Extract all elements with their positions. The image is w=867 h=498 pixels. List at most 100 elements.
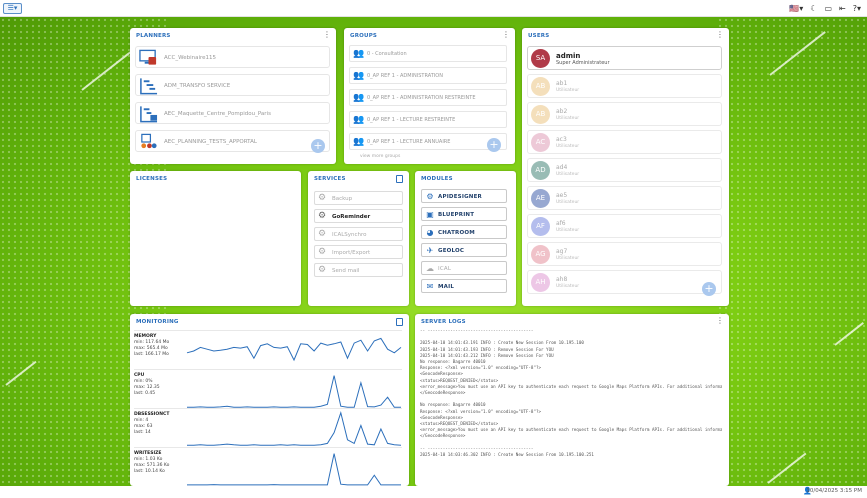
avatar: AG (531, 245, 550, 264)
planner-team-icon (141, 133, 157, 149)
group-item[interactable]: 👥 0_AP REF 1 - ADMINISTRATION RESTREINTE (349, 89, 507, 106)
avatar: AD (531, 161, 550, 180)
module-item[interactable]: ⚙ APIDESIGNER (421, 189, 507, 203)
user-item[interactable]: AH ah8 Utilisateur (527, 270, 722, 294)
module-item[interactable]: ☁ ICAL (421, 261, 507, 275)
blueprint-icon: ▣ (426, 210, 434, 219)
user-name: ad4 (556, 164, 568, 171)
user-item[interactable]: AC ac3 Utilisateur (527, 130, 722, 154)
planner-item[interactable]: ADM_TRANSFO SERVICE (135, 74, 330, 96)
mail-icon: ✉ (426, 282, 434, 291)
server-logs-menu-icon[interactable]: ⋮ (716, 317, 724, 325)
service-item[interactable]: ⚙ ICALSynchro (314, 227, 403, 241)
log-line: 2025-04-10 14:03:46.302 INFO : Create Ne… (420, 452, 594, 458)
gear-icon: ⚙ (318, 193, 327, 203)
module-label: BLUEPRINT (438, 212, 475, 218)
planner-label: AEC_Maquette_Centre_Pompidou_Paris (164, 111, 271, 117)
service-item[interactable]: ⚙ Send mail (314, 263, 403, 277)
metric-block: DBSESSIONCT min: 4 max: 63 last: 14 (134, 408, 402, 448)
document-icon[interactable] (396, 175, 403, 183)
user-role: Super Administrateur (556, 60, 610, 66)
module-item[interactable]: ✉ MAIL (421, 279, 507, 293)
service-label: Send mail (332, 268, 360, 274)
user-name: ag7 (556, 248, 568, 255)
pin-icon[interactable]: ⇤ (839, 3, 846, 14)
server-logs-card: SERVER LOGS ⋮ -- -----------------------… (415, 314, 729, 486)
planners-title: PLANNERS (136, 33, 171, 39)
user-name: ac3 (556, 136, 567, 143)
group-item[interactable]: 👥 0_AP REF 1 - ADMINISTRATION (349, 67, 507, 84)
metric-label: CPU min: 0% max: 12.35 last: 0.45 (134, 373, 184, 397)
moon-icon[interactable]: ☾ (810, 3, 817, 14)
metric-series-line (187, 453, 401, 486)
menu-icon[interactable]: ☰▾ (3, 3, 22, 14)
metric-last: last: 0.45 (134, 391, 156, 396)
gear-icon: ⚙ (318, 211, 327, 221)
user-role: Utilisateur (556, 200, 580, 205)
avatar: AE (531, 189, 550, 208)
service-label: GoReminder (332, 214, 371, 220)
users-menu-icon[interactable]: ⋮ (716, 31, 724, 39)
avatar: AF (531, 217, 550, 236)
service-label: Backup (332, 196, 353, 202)
metric-series-line (186, 337, 402, 362)
help-icon[interactable]: ?▾ (853, 3, 861, 14)
planner-gantt-icon (140, 78, 158, 95)
service-item[interactable]: ⚙ Backup (314, 191, 403, 205)
add-planner-button[interactable]: + (311, 139, 325, 153)
metric-chart (187, 375, 401, 408)
group-item[interactable]: 👥 0 - Consultation (349, 45, 507, 62)
groups-card: GROUPS ⋮ 👥 0 - Consultation 👥 0_AP REF 1… (344, 28, 515, 164)
planner-item[interactable]: ACC_Webinaire115 (135, 46, 330, 68)
add-user-button[interactable]: + (702, 282, 716, 296)
groups-more-link[interactable]: view more groups (360, 154, 400, 159)
services-title: SERVICES (314, 176, 346, 182)
planner-label: AEC_PLANNING_TESTS_APPORTAL (164, 139, 257, 145)
user-name: ae5 (556, 192, 568, 199)
user-item[interactable]: AD ad4 Utilisateur (527, 158, 722, 182)
user-role: Utilisateur (556, 172, 580, 177)
planner-item[interactable]: AEC_PLANNING_TESTS_APPORTAL (135, 130, 330, 152)
metric-chart (186, 337, 402, 362)
satellite-icon: ✈ (426, 246, 434, 255)
module-label: CHATROOM (438, 230, 475, 236)
module-item[interactable]: ▣ BLUEPRINT (421, 207, 507, 221)
group-item[interactable]: 👥 0_AP REF 1 - LECTURE ANNUAIRE (349, 133, 507, 150)
group-users-icon: 👥 (353, 49, 365, 59)
language-flag-icon[interactable]: 🇺🇸▾ (789, 3, 803, 14)
window-icon[interactable]: ▭ (824, 3, 832, 14)
planner-item[interactable]: AEC_Maquette_Centre_Pompidou_Paris (135, 102, 330, 124)
user-name: ah8 (556, 276, 568, 283)
gear-icon: ⚙ (426, 192, 434, 201)
metric-chart (187, 411, 402, 446)
planner-label: ACC_Webinaire115 (164, 55, 217, 61)
planners-menu-icon[interactable]: ⋮ (323, 31, 331, 39)
avatar: SA (531, 49, 550, 68)
users-title: USERS (528, 33, 550, 39)
metric-chart (187, 453, 401, 486)
service-item[interactable]: ⚙ GoReminder (314, 209, 403, 223)
user-item[interactable]: AE ae5 Utilisateur (527, 186, 722, 210)
add-group-button[interactable]: + (487, 138, 501, 152)
module-label: APIDESIGNER (438, 194, 482, 200)
module-label: ICAL (438, 266, 452, 272)
metric-last: last: 14 (134, 430, 151, 435)
module-item[interactable]: ◕ CHATROOM (421, 225, 507, 239)
module-item[interactable]: ✈ GEOLOC (421, 243, 507, 257)
user-item[interactable]: AB ab2 Utilisateur (527, 102, 722, 126)
groups-menu-icon[interactable]: ⋮ (502, 31, 510, 39)
group-item[interactable]: 👥 0_AP REF 1 - LECTURE RESTREINTE (349, 111, 507, 128)
log-area[interactable]: -- -------------------------------------… (420, 328, 722, 481)
group-label: 0_AP REF 1 - LECTURE ANNUAIRE (367, 139, 451, 145)
user-item[interactable]: AB ab1 Utilisateur (527, 74, 722, 98)
user-item[interactable]: SA admin Super Administrateur (527, 46, 722, 70)
module-label: GEOLOC (438, 248, 465, 254)
user-name: admin (556, 52, 581, 60)
server-logs-title: SERVER LOGS (421, 319, 466, 325)
top-bar: ☰▾ 🇺🇸▾ ☾ ▭ ⇤ ?▾ (0, 0, 867, 17)
user-item[interactable]: AF af6 Utilisateur (527, 214, 722, 238)
groups-title: GROUPS (350, 33, 378, 39)
user-item[interactable]: AG ag7 Utilisateur (527, 242, 722, 266)
chat-icon[interactable] (396, 318, 403, 326)
service-item[interactable]: ⚙ Import/Export (314, 245, 403, 259)
